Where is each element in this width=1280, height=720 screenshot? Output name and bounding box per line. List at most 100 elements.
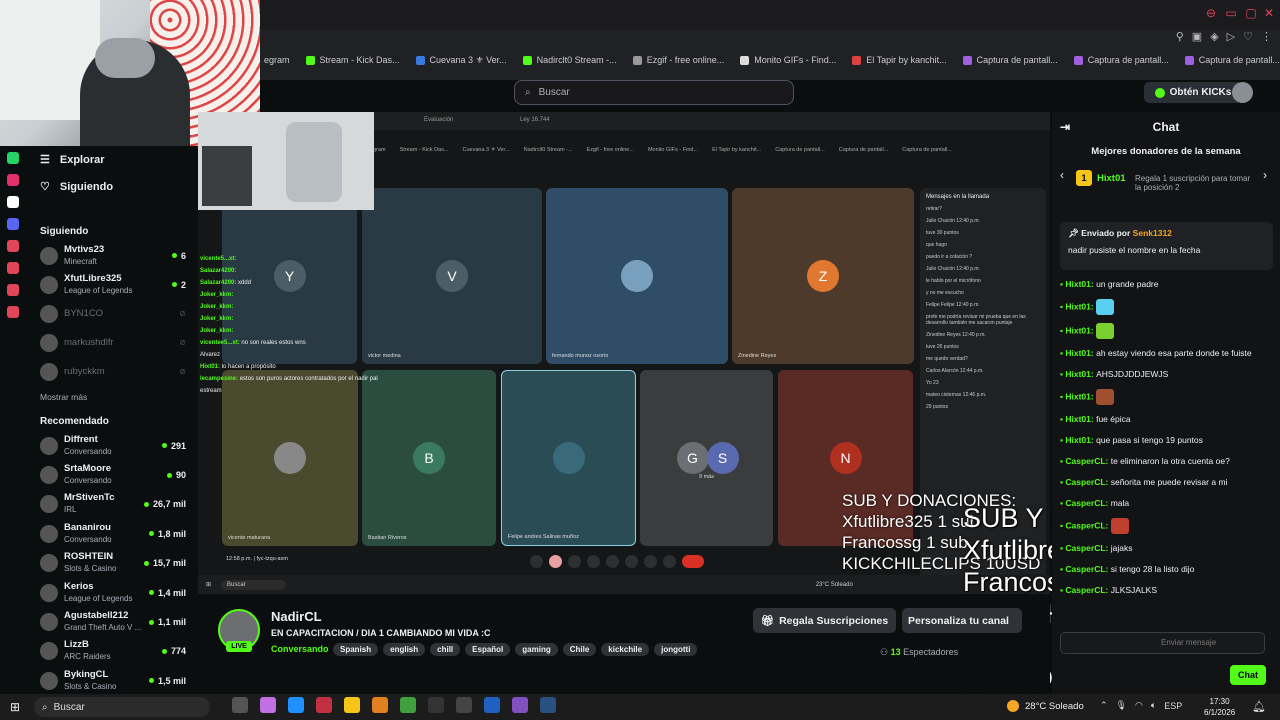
sidebar-channel[interactable]: SrtaMoore Conversando 90 <box>26 460 196 489</box>
star-icon[interactable] <box>7 284 19 296</box>
taskbar-weather[interactable]: 28°C Soleado <box>1007 700 1084 712</box>
explorer-icon[interactable] <box>344 697 360 713</box>
sidebar-channel[interactable]: XfutLibre325 League of Legends 2 <box>26 270 196 299</box>
bookmark-item[interactable]: Cuevana 3 ⚜ Ver... <box>415 55 507 66</box>
show-more-link[interactable]: Mostrar más <box>26 386 196 408</box>
task-view-icon[interactable] <box>232 697 248 713</box>
prev-donor-icon[interactable]: ‹ <box>1060 168 1064 182</box>
sidebar-channel[interactable]: Agustabell212 Grand Theft Auto V ... 1,1 m… <box>26 607 196 636</box>
sidebar-channel[interactable]: Diffrent Conversando 291 <box>26 431 196 460</box>
chevron-up-icon[interactable]: ⌃ <box>1100 700 1108 711</box>
pinned-by-user[interactable]: Senk1312 <box>1133 228 1172 238</box>
maximize-icon[interactable]: ▢ <box>1244 6 1258 20</box>
whatsapp-icon[interactable] <box>7 152 19 164</box>
sidebar-channel[interactable]: rubyckkm ⊘ <box>26 357 196 386</box>
chat-username[interactable]: CasperCL: <box>1065 564 1110 574</box>
taskbar-clock[interactable]: 17:30 6/1/2026 <box>1204 696 1235 718</box>
chat-username[interactable]: Hixt01: <box>1065 325 1096 335</box>
search-input[interactable]: ⌕ Buscar <box>514 80 794 105</box>
nav-following[interactable]: ♡ Siguiendo <box>26 173 196 200</box>
tiktok-icon[interactable] <box>7 196 19 208</box>
heart-icon[interactable]: ♡ <box>1243 30 1253 43</box>
app3-icon[interactable] <box>540 697 556 713</box>
chat-send-button[interactable]: Chat <box>1230 665 1266 685</box>
bookmark-item[interactable]: Captura de pantall... <box>962 55 1058 65</box>
stream-tag[interactable]: gaming <box>515 643 558 656</box>
stream-tag[interactable]: chill <box>430 643 461 656</box>
close-icon[interactable]: ✕ <box>1262 6 1276 20</box>
mic-icon[interactable]: 🎙︎ <box>1116 700 1127 711</box>
obs-icon[interactable] <box>456 697 472 713</box>
chat-username[interactable]: Hixt01: <box>1065 369 1096 379</box>
chat-username[interactable]: Hixt01: <box>1065 301 1096 311</box>
stream-tag[interactable]: kickchile <box>601 643 650 656</box>
top-donor-name[interactable]: Hixt01 <box>1097 173 1126 184</box>
user-avatar[interactable] <box>1232 82 1253 103</box>
stream-tag[interactable]: jongotti <box>654 643 698 656</box>
epic-games-icon[interactable] <box>428 697 444 713</box>
chat-username[interactable]: CasperCL: <box>1065 543 1110 553</box>
gift-subs-button[interactable]: 🎁︎ Regala Suscripciones <box>753 608 896 633</box>
sidebar-channel[interactable]: LizzB ARC Raiders 774 <box>26 637 196 666</box>
stream-tag[interactable]: Español <box>465 643 511 656</box>
sidebar-channel[interactable]: ROSHTEIN Slots & Casino 15,7 mil <box>26 549 196 578</box>
sidebar-channel[interactable]: BYN1CO ⊘ <box>26 299 196 328</box>
sidebar-channel[interactable]: Bananirou Conversando 1,8 mil <box>26 519 196 548</box>
opera-icon[interactable] <box>316 697 332 713</box>
chat-username[interactable]: CasperCL: <box>1065 498 1110 508</box>
edge-icon[interactable] <box>288 697 304 713</box>
chat-input[interactable]: Enviar mensaje <box>1060 632 1265 654</box>
shield-icon[interactable]: ◈ <box>1210 30 1218 43</box>
copilot-icon[interactable] <box>260 697 276 713</box>
stream-category[interactable]: Conversando <box>271 644 329 654</box>
app2-icon[interactable] <box>400 697 416 713</box>
bookmark-item[interactable]: Nadirclt0 Stream -... <box>522 55 617 65</box>
bookmark-item[interactable]: Ezgif - free online... <box>632 55 724 65</box>
next-donor-icon[interactable]: › <box>1263 168 1267 182</box>
record-icon[interactable] <box>7 240 19 252</box>
customize-channel-button[interactable]: Personaliza tu canal <box>902 608 1022 633</box>
app-icon[interactable] <box>372 697 388 713</box>
chat-username[interactable]: CasperCL: <box>1065 520 1110 530</box>
bookmark-item[interactable]: Stream - Kick Das... <box>305 55 400 65</box>
menu-icon[interactable]: ⋮ <box>1261 30 1272 43</box>
get-kicks-button[interactable]: Obtén KICKs <box>1144 82 1242 103</box>
minimize-icon[interactable]: ⊖ <box>1204 6 1218 20</box>
bookmark-item[interactable]: Captura de pantall... <box>1184 55 1280 65</box>
stream-tag[interactable]: Chile <box>562 643 597 656</box>
bookmark-item[interactable]: Captura de pantall... <box>1073 55 1169 65</box>
sidebar-channel[interactable]: Kerios League of Legends 1,4 mil <box>26 578 196 607</box>
sidebar-channel[interactable]: BykingCL Slots & Casino 1,5 mil <box>26 666 196 695</box>
chat-username[interactable]: Hixt01: <box>1065 435 1096 445</box>
taskbar-search[interactable]: ⌕ Buscar <box>34 697 210 717</box>
windows-start-icon[interactable]: ⊞ <box>10 700 20 714</box>
chat-username[interactable]: Hixt01: <box>1065 414 1096 424</box>
bookmark-item[interactable]: Monito GIFs - Find... <box>740 55 836 65</box>
chat-username[interactable]: Hixt01: <box>1065 279 1096 289</box>
pin-icon[interactable]: ⚲ <box>1176 30 1184 43</box>
store-icon[interactable] <box>484 697 500 713</box>
wifi-icon[interactable]: ◠ <box>1135 700 1143 711</box>
discord-icon[interactable] <box>512 697 528 713</box>
instagram-icon[interactable] <box>7 174 19 186</box>
restore-icon[interactable]: ▭ <box>1224 6 1238 20</box>
discord-icon[interactable] <box>7 218 19 230</box>
stream-tag[interactable]: Spanish <box>333 643 379 656</box>
settings-icon[interactable] <box>7 306 19 318</box>
chat-username[interactable]: Hixt01: <box>1065 348 1096 358</box>
chat-username[interactable]: CasperCL: <box>1065 585 1110 595</box>
collapse-chat-icon[interactable]: ⇥ <box>1060 120 1070 134</box>
bookmark-item[interactable]: El Tapir by kanchit... <box>852 55 947 65</box>
sidebar-channel[interactable]: markushdlfr ⊘ <box>26 328 196 357</box>
stream-tag[interactable]: english <box>383 643 426 656</box>
sidebar-channel[interactable]: MrStivenTc IRL 26,7 mil <box>26 490 196 519</box>
extensions-icon[interactable]: ▣ <box>1192 30 1202 43</box>
chat-username[interactable]: CasperCL: <box>1065 477 1110 487</box>
sidebar-channel[interactable]: Mvtivs23 Minecraft 6 <box>26 241 196 270</box>
language-indicator[interactable]: ESP <box>1164 701 1182 711</box>
donor-cta[interactable]: Regala 1 suscripción para tomar la posic… <box>1135 174 1253 192</box>
chat-username[interactable]: Hixt01: <box>1065 391 1096 401</box>
chat-username[interactable]: CasperCL: <box>1065 456 1110 466</box>
volume-icon[interactable]: 🔈︎ <box>1151 700 1156 711</box>
nav-explore[interactable]: ☰ Explorar <box>26 146 196 173</box>
